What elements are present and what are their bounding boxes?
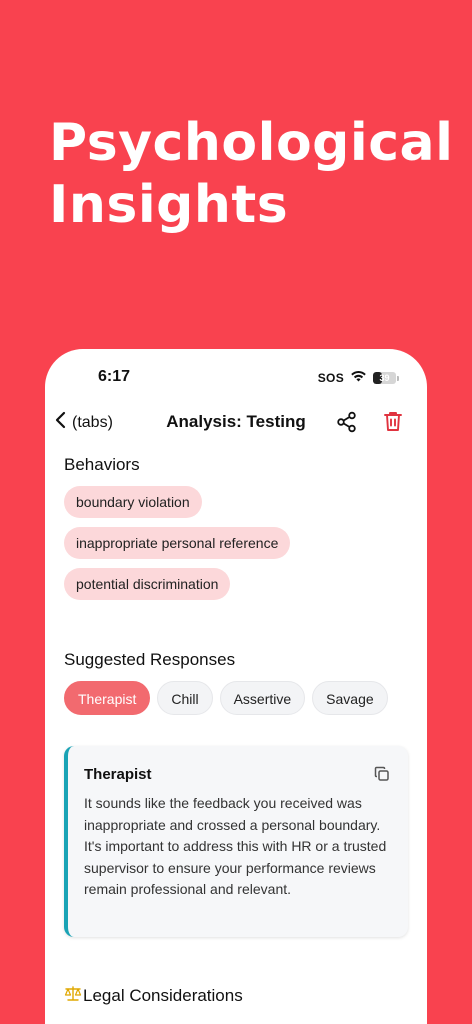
sos-indicator: SOS [317,371,344,385]
legal-considerations-title: Legal Considerations [83,986,243,1005]
legal-section-header: Legal Considerations [64,986,243,1006]
suggested-responses-title: Suggested Responses [64,650,236,669]
behaviors-title: Behaviors [64,455,140,474]
status-bar: 6:17 SOS 39 [45,349,427,403]
response-card-title: Therapist [84,766,152,783]
share-icon [336,411,358,437]
copy-button[interactable] [374,766,390,787]
copy-icon [374,766,390,786]
tab-assertive[interactable]: Assertive [219,681,306,715]
headline-line-2: Insights [49,175,289,235]
share-button[interactable] [336,411,358,438]
behavior-chip: potential discrimination [64,568,231,600]
behavior-chip: inappropriate personal reference [64,527,291,559]
status-time: 6:17 [98,368,131,385]
wifi-icon [350,369,367,387]
scales-icon [64,986,82,1006]
behavior-chip: boundary violation [64,486,202,518]
response-card-body: It sounds like the feedback you received… [84,795,387,898]
nav-bar: (tabs) Analysis: Testing [45,405,427,439]
tab-savage[interactable]: Savage [312,681,388,715]
tab-chill[interactable]: Chill [157,681,213,715]
delete-button[interactable] [382,410,404,438]
status-icons: SOS 39 [318,369,399,387]
headline: Psychological Insights [49,112,453,236]
battery-icon: 39 [373,372,399,384]
response-card: Therapist It sounds like the feedback yo… [64,746,408,937]
phone-screen: 6:17 SOS 39 (tabs) Analysis: Testing Beh… [45,349,427,1024]
page-title: Analysis: Testing [166,412,306,431]
battery-level: 39 [379,373,390,383]
trash-icon [382,412,404,437]
response-tabs: Therapist Chill Assertive Savage [64,681,388,715]
headline-line-1: Psychological [49,113,454,173]
tab-therapist[interactable]: Therapist [64,681,151,715]
